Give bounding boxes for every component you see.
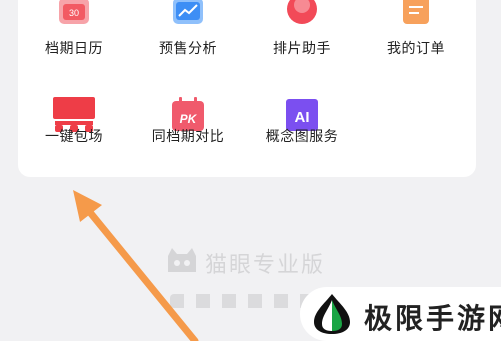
cat-logo-icon [168, 248, 196, 272]
tool-one-click-booking[interactable]: 一键包场 [18, 0, 130, 170]
site-badge: 极限手游网 [300, 287, 501, 341]
pk-text: PK [180, 112, 198, 126]
ai-text: AI [295, 109, 310, 126]
order-list-icon [403, 0, 429, 24]
toolbox-card: 30 档期日历 预售分析 排片助手 我的订单 一键包场 PK 同档期对比 AI … [18, 0, 476, 177]
tool-same-period-compare[interactable]: PK 同档期对比 [132, 0, 244, 170]
tool-label: 概念图服务 [265, 129, 339, 145]
tool-label: 一键包场 [45, 129, 103, 145]
tool-my-orders[interactable]: 我的订单 [360, 0, 472, 64]
tool-concept-art-service[interactable]: AI 概念图服务 [246, 0, 358, 170]
site-badge-text: 极限手游网 [364, 302, 501, 335]
tool-label: 同档期对比 [151, 129, 225, 145]
watermark-text: 猫眼专业版 [205, 253, 326, 278]
tool-label: 我的订单 [387, 41, 445, 57]
site-logo-icon [314, 294, 350, 334]
watermark-dots [170, 294, 320, 308]
